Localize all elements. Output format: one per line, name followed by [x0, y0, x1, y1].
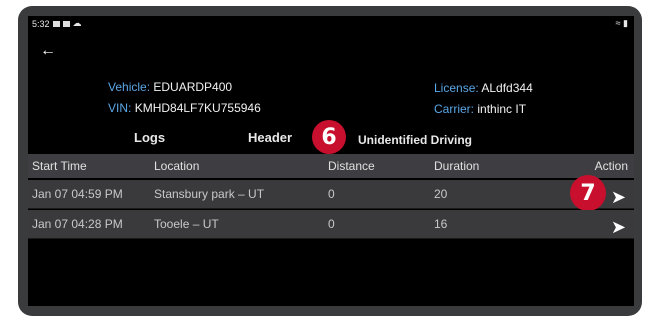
license-label: License:: [434, 81, 479, 95]
chevron-right-icon[interactable]: ➤: [611, 187, 626, 208]
header-distance: Distance: [328, 159, 375, 173]
callout-marker-6: 6: [312, 120, 346, 154]
header-location: Location: [154, 159, 200, 173]
vehicle-value: EDUARDP400: [153, 80, 233, 94]
cell-start-time: Jan 07 04:28 PM: [32, 217, 123, 231]
vehicle-label: Vehicle:: [108, 80, 151, 94]
status-time: 5:32: [32, 18, 50, 29]
table-row[interactable]: Jan 07 04:28 PM Tooele – UT 0 16 ➤: [28, 210, 634, 239]
vin-label: VIN:: [108, 101, 132, 115]
cell-duration: 20: [434, 187, 448, 201]
cell-start-time: Jan 07 04:59 PM: [32, 187, 123, 201]
cell-duration: 16: [434, 217, 448, 231]
back-arrow-icon[interactable]: ←: [40, 42, 56, 60]
cell-distance: 0: [328, 217, 335, 231]
tab-unidentified-driving[interactable]: Unidentified Driving: [358, 133, 472, 147]
battery-icon: ▮: [623, 18, 628, 28]
vehicle-row: Vehicle: EDUARDP400: [108, 80, 232, 94]
cloud-icon: ☁: [72, 18, 82, 28]
callout-marker-7: 7: [570, 175, 606, 211]
carrier-row: Carrier: inthinc IT: [434, 102, 526, 116]
image-icon: [62, 20, 70, 27]
cell-location: Stansbury park – UT: [154, 187, 265, 201]
header-start-time: Start Time: [32, 159, 87, 173]
table-header: Start Time Location Distance Duration Ac…: [28, 154, 634, 178]
status-bar-right: ≈ ▮: [616, 18, 628, 29]
status-bar: 5:32 ☁: [32, 18, 82, 29]
cell-location: Tooele – UT: [154, 217, 219, 231]
chevron-right-icon[interactable]: ➤: [611, 217, 626, 238]
vin-value: KMHD84LF7KU755946: [134, 101, 261, 115]
cell-distance: 0: [328, 187, 335, 201]
vin-row: VIN: KMHD84LF7KU755946: [108, 101, 261, 115]
table-row[interactable]: Jan 07 04:59 PM Stansbury park – UT 0 20…: [28, 175, 634, 211]
wifi-icon: ≈: [615, 18, 621, 28]
tab-header[interactable]: Header: [248, 130, 292, 145]
carrier-value: inthinc IT: [477, 102, 527, 116]
tab-logs[interactable]: Logs: [134, 130, 165, 145]
header-action: Action: [594, 159, 628, 173]
device-screen: 5:32 ☁ ≈ ▮ ← Vehicle: EDUARDP400 VIN: KM…: [28, 16, 634, 306]
carrier-label: Carrier:: [434, 102, 475, 116]
notification-icon: [52, 20, 60, 27]
header-duration: Duration: [434, 159, 480, 173]
license-row: License: ALdfd344: [434, 81, 533, 95]
license-value: ALdfd344: [481, 81, 533, 95]
